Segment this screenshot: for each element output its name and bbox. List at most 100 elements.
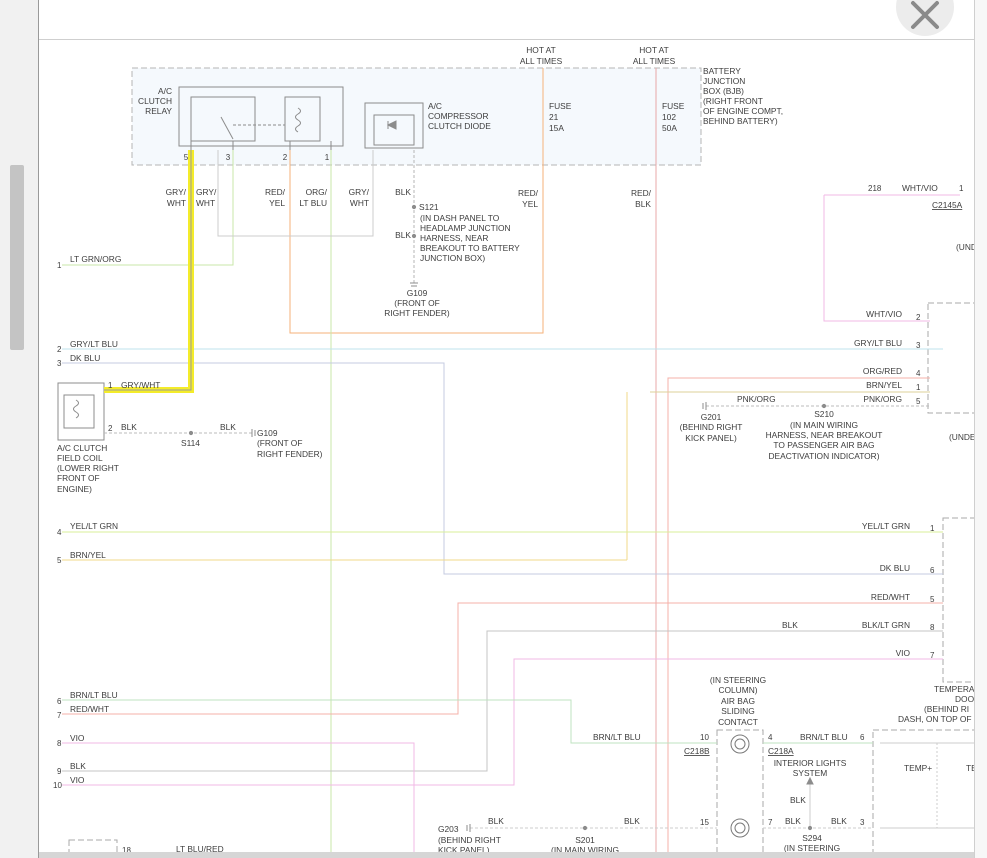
wire-label: YEL/LT GRN — [70, 521, 118, 531]
relay-pin: 2 — [283, 153, 288, 162]
wire-label: BLK — [790, 795, 806, 805]
connector-pin: 4 — [768, 733, 773, 742]
sliding-contact — [68, 729, 974, 852]
wire-label: BLK — [395, 230, 411, 240]
bjb-label-line: OF ENGINE COMPT, — [703, 106, 783, 116]
ground-label: RIGHT FENDER) — [257, 449, 323, 459]
connector-pin: 8 — [930, 623, 935, 632]
wire-label: WHT/VIO — [902, 183, 938, 193]
wire-label: BLK — [831, 816, 847, 826]
wire-label: BLK — [624, 816, 640, 826]
field-coil-symbol — [57, 382, 105, 441]
splice-desc: HARNESS, NEAR — [420, 233, 488, 243]
splice-desc: BREAKOUT TO BATTERY — [420, 243, 520, 253]
wire-label: LT BLU — [299, 198, 327, 208]
component-label: SYSTEM — [793, 768, 827, 778]
wire-label: GRY/ — [166, 187, 187, 197]
splice-desc: (IN DASH PANEL TO — [420, 213, 500, 223]
connector-id: C2145A — [932, 200, 963, 210]
connector-pin: 3 — [57, 359, 62, 368]
fuse-label: 15A — [549, 123, 564, 133]
wire-label: LT BLU/RED — [176, 844, 224, 854]
connector-pin: 2 — [57, 345, 62, 354]
hot-label: HOT AT — [526, 45, 555, 55]
relay-pin: 5 — [184, 153, 189, 162]
connector-pin: 1 — [57, 261, 62, 270]
junction-box — [131, 67, 702, 166]
wire-label: BLK — [121, 422, 137, 432]
splice-desc: (IN STEERING — [784, 843, 840, 853]
hot-label: ALL TIMES — [633, 56, 676, 66]
connector-pin: 1 — [916, 383, 921, 392]
wire-label: GRY/ — [196, 187, 217, 197]
note-label: (UNDE — [949, 432, 976, 442]
wire-label: BRN/LT BLU — [800, 732, 848, 742]
fuse-label: 21 — [549, 112, 559, 122]
connector-pin: 3 — [916, 341, 921, 350]
bjb-label-line: BATTERY — [703, 66, 741, 76]
splice-label: S294 — [802, 833, 822, 843]
connector-pin: 5 — [57, 556, 62, 565]
fuse-label: FUSE — [549, 101, 572, 111]
wire-label: LT GRN/ORG — [70, 254, 121, 264]
connector-pin: 15 — [700, 818, 709, 827]
wire-label: GRY/WHT — [121, 380, 160, 390]
relay-label-line: A/C — [158, 86, 172, 96]
s121-label: S121 (IN DASH PANEL TO HEADLAMP JUNCTION… — [384, 202, 520, 318]
note-label: (UND — [956, 242, 977, 252]
wire-label: WHT/VIO — [866, 309, 902, 319]
splice-desc: DEACTIVATION INDICATOR) — [768, 451, 879, 461]
splice-label: S121 — [419, 202, 439, 212]
connector-pin: 9 — [57, 767, 62, 776]
component-label: TE — [966, 763, 977, 773]
wire-label: VIO — [896, 648, 911, 658]
wire-label: PNK/ORG — [737, 394, 776, 404]
component-label: TEMP+ — [904, 763, 932, 773]
wire-label: ORG/ — [306, 187, 328, 197]
wire-label: GRY/ — [349, 187, 370, 197]
wiring-diagram: A/C CLUTCH RELAY 5 3 2 1 A/C COMPRESSOR … — [53, 45, 977, 855]
connector-pin: 1 — [959, 184, 964, 193]
component-label: TEMPERA — [934, 684, 975, 694]
component-label: (BEHIND RI — [924, 704, 969, 714]
wire-label: DK BLU — [70, 353, 100, 363]
component-label: FRONT OF — [57, 473, 100, 483]
g201-s210-labels: PNK/ORG G201 (BEHIND RIGHT KICK PANEL) S… — [680, 394, 883, 461]
connector-pin: 218 — [868, 184, 882, 193]
wire-label: RED/WHT — [70, 704, 109, 714]
wire-label: BLK — [782, 620, 798, 630]
wire-label: RED/ — [265, 187, 286, 197]
connector-id: C218A — [768, 746, 794, 756]
connector-pin: 4 — [916, 369, 921, 378]
hot-label: ALL TIMES — [520, 56, 563, 66]
temp-door-labels: YEL/LT GRN 1 DK BLU 6 RED/WHT 5 BLK/LT G… — [782, 521, 975, 724]
wire-label: WHT — [350, 198, 369, 208]
wire-label: RED/ — [631, 188, 652, 198]
wire-label: WHT — [167, 198, 186, 208]
wire-label: VIO — [70, 733, 85, 743]
component-label: INTERIOR LIGHTS — [774, 758, 847, 768]
connector-pin: 7 — [57, 711, 62, 720]
component-label: FIELD COIL — [57, 453, 103, 463]
connector-pin: 6 — [57, 697, 62, 706]
splice-label: S114 — [181, 438, 200, 448]
wire-label: BLK — [220, 422, 236, 432]
splice-label: S210 — [814, 409, 834, 419]
connector-pin: 7 — [768, 818, 773, 827]
wire-label: ORG/RED — [863, 366, 902, 376]
connector-pin: 10 — [700, 733, 709, 742]
component-label: ENGINE) — [57, 484, 92, 494]
wire-label: BLK/LT GRN — [862, 620, 910, 630]
diode-label-line: COMPRESSOR — [428, 111, 489, 121]
splice-desc: TO PASSENGER AIR BAG — [773, 440, 874, 450]
wire-label: BLK — [785, 816, 801, 826]
ground-label: (BEHIND RIGHT — [438, 835, 501, 845]
splice-desc: (IN MAIN WIRING — [551, 845, 619, 855]
connector-pin: 10 — [53, 781, 62, 790]
connector-pin: 3 — [860, 818, 865, 827]
connector-pin: 6 — [860, 733, 865, 742]
wire-label: YEL — [269, 198, 285, 208]
ground-label: KICK PANEL) — [438, 845, 490, 855]
field-coil-labels: 1 GRY/WHT 2 BLK S114 BLK A/C CLUTCH FIEL… — [57, 380, 323, 494]
splice-desc: HEADLAMP JUNCTION — [420, 223, 511, 233]
